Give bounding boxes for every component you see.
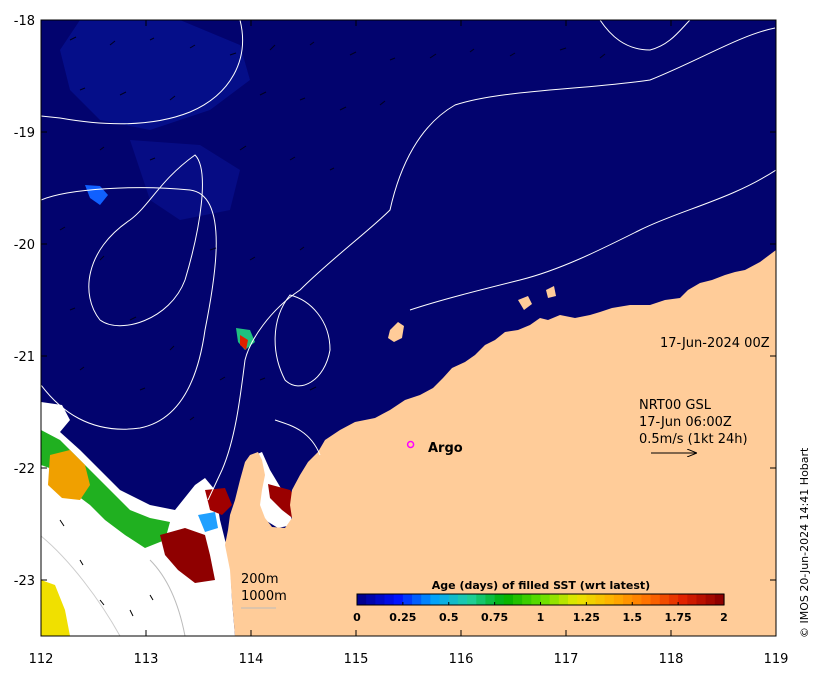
colorbar-swatch: [604, 594, 615, 605]
x-tick-label: 117: [554, 652, 579, 667]
colorbar-tick-label: 2: [720, 611, 728, 624]
current-time-label: 17-Jun 06:00Z: [639, 415, 732, 430]
colorbar-swatch: [659, 594, 670, 605]
colorbar-swatch: [613, 594, 624, 605]
colorbar-swatch: [577, 594, 587, 605]
x-tick-label: 116: [449, 652, 474, 667]
x-tick-label: 115: [344, 652, 369, 667]
colorbar-swatch: [705, 594, 716, 605]
colorbar-swatch: [714, 594, 725, 605]
colorbar-tick-label: 1.25: [573, 611, 600, 624]
colorbar-tick-label: 0.25: [389, 611, 416, 624]
colorbar-swatch: [421, 594, 431, 605]
colorbar-swatch: [393, 594, 404, 605]
colorbar-swatch: [439, 594, 450, 605]
map-area: [41, 20, 776, 636]
x-tick-label: 119: [764, 652, 789, 667]
colorbar-tick-label: 0: [353, 611, 361, 624]
colorbar-swatch: [641, 594, 652, 605]
copyright-label: © IMOS 20-Jun-2024 14:41 Hobart: [798, 447, 811, 638]
colorbar-swatch: [402, 594, 413, 605]
colorbar-swatch: [650, 594, 661, 605]
colorbar-swatch: [357, 594, 367, 605]
y-tick-label: -19: [14, 126, 35, 141]
colorbar-swatch: [623, 594, 633, 605]
x-tick-label: 113: [134, 652, 159, 667]
colorbar-tick-label: 1.75: [665, 611, 692, 624]
x-tick-label: 118: [659, 652, 684, 667]
colorbar-swatch: [632, 594, 643, 605]
sst-map-figure: 112 113 114 115 116 117 118 119 -18 -19 -20 -21 -22…: [0, 0, 819, 672]
colorbar-swatch: [696, 594, 707, 605]
colorbar-swatch: [485, 594, 496, 605]
colorbar-tick-label: 0.5: [439, 611, 459, 624]
contour-1000-label: 1000m: [241, 589, 287, 604]
colorbar-swatch: [558, 594, 569, 605]
x-tick-label: 114: [239, 652, 264, 667]
current-source-label: NRT00 GSL: [639, 398, 712, 413]
colorbar-swatch: [540, 594, 551, 605]
contour-200-label: 200m: [241, 572, 278, 587]
colorbar-tick-label: 1.5: [623, 611, 643, 624]
colorbar-swatch: [678, 594, 688, 605]
map-svg: 112 113 114 115 116 117 118 119 -18 -19 -20 -21 -22…: [14, 14, 811, 667]
colorbar-swatch: [503, 594, 514, 605]
colorbar-swatch: [412, 594, 422, 605]
colorbar-title: Age (days) of filled SST (wrt latest): [432, 579, 650, 592]
colorbar-swatch: [512, 594, 523, 605]
y-tick-label: -21: [14, 350, 35, 365]
y-tick-label: -20: [14, 238, 35, 253]
colorbar-swatch: [549, 594, 560, 605]
colorbar-swatch: [668, 594, 679, 605]
colorbar-swatch: [430, 594, 441, 605]
colorbar-swatch: [448, 594, 459, 605]
colorbar-swatch: [375, 594, 386, 605]
colorbar-tick-label: 0.75: [481, 611, 508, 624]
colorbar-swatch: [531, 594, 542, 605]
colorbar-swatch: [586, 594, 597, 605]
colorbar-swatch: [384, 594, 395, 605]
current-scale-label: 0.5m/s (1kt 24h): [639, 432, 748, 447]
colorbar-swatch: [467, 594, 477, 605]
y-tick-label: -18: [14, 14, 35, 29]
y-tick-label: -23: [14, 574, 35, 589]
colorbar-swatch: [522, 594, 532, 605]
date-label: 17-Jun-2024 00Z: [660, 336, 770, 351]
colorbar-swatch: [494, 594, 505, 605]
x-tick-label: 112: [29, 652, 54, 667]
colorbar-swatch: [366, 594, 376, 605]
colorbar-swatch: [476, 594, 487, 605]
colorbar-swatch: [687, 594, 698, 605]
colorbar-swatch: [457, 594, 468, 605]
colorbar-swatch: [568, 594, 578, 605]
colorbar-swatch: [595, 594, 606, 605]
y-tick-label: -22: [14, 462, 35, 477]
argo-label: Argo: [428, 441, 463, 456]
colorbar-tick-label: 1: [537, 611, 545, 624]
